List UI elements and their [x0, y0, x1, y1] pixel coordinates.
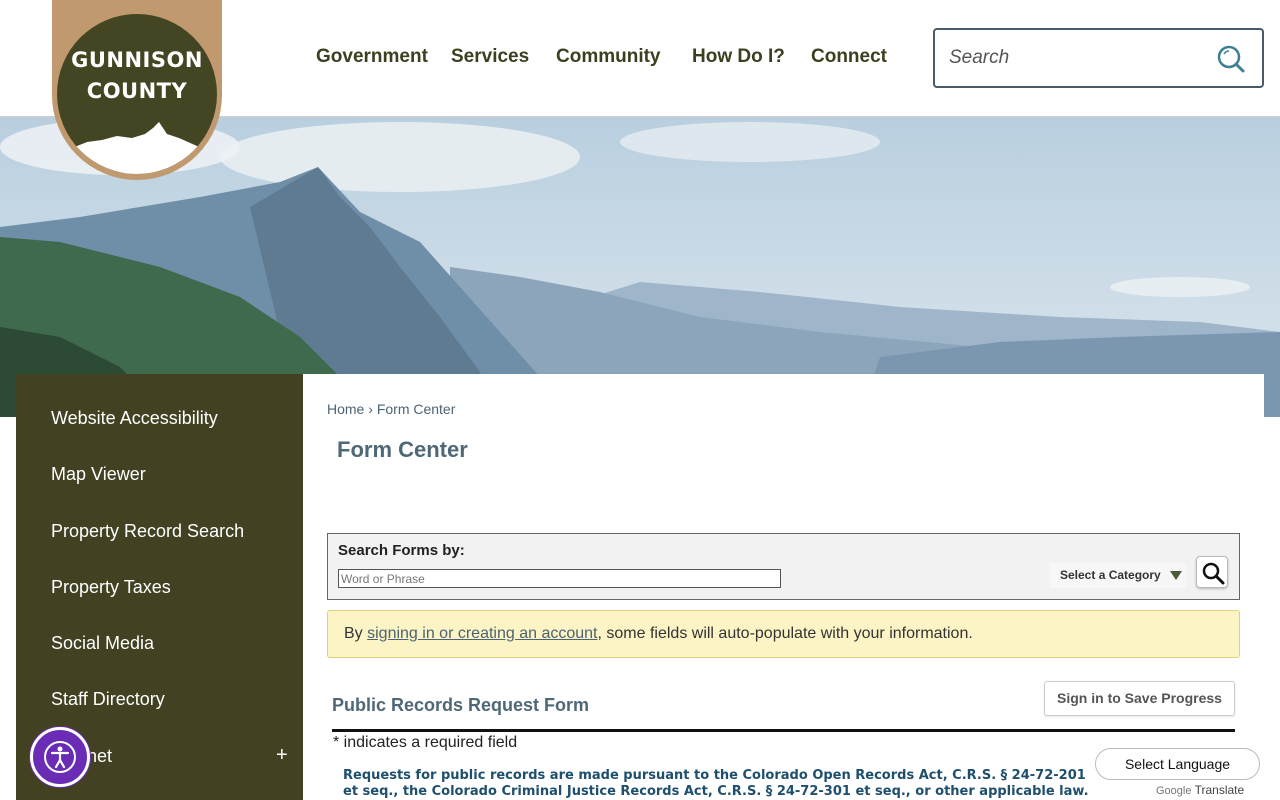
- search-forms-label: Search Forms by:: [338, 542, 465, 559]
- sign-in-save-progress-button[interactable]: Sign in to Save Progress: [1044, 681, 1235, 716]
- accessibility-widget-button[interactable]: [30, 727, 90, 787]
- translate-label: Translate: [1194, 783, 1245, 797]
- logo-text-line2: COUNTY: [86, 79, 188, 103]
- sidebar-item-staff-directory[interactable]: Staff Directory: [51, 689, 165, 710]
- logo-text-line1: GUNNISON: [71, 48, 203, 72]
- sign-in-link[interactable]: signing in or creating an account: [367, 625, 597, 642]
- sidebar-item-social-media[interactable]: Social Media: [51, 633, 154, 654]
- form-title: Public Records Request Form: [332, 695, 590, 715]
- forms-search-button[interactable]: [1196, 556, 1228, 588]
- category-select-label: Select a Category: [1060, 568, 1161, 582]
- sidebar-item-property-record-search[interactable]: Property Record Search: [51, 521, 244, 542]
- required-field-note: * indicates a required field: [333, 734, 518, 751]
- accessibility-icon: [44, 741, 76, 773]
- site-search-input[interactable]: [949, 42, 1209, 74]
- breadcrumb-home[interactable]: Home: [327, 401, 364, 417]
- category-select[interactable]: Select a Category: [1050, 563, 1186, 588]
- search-forms-panel: Search Forms by: Select a Category: [327, 533, 1240, 600]
- sidebar-item-website-accessibility[interactable]: Website Accessibility: [51, 408, 218, 429]
- search-icon[interactable]: [1216, 44, 1246, 74]
- nav-services[interactable]: Services: [451, 46, 529, 68]
- forms-search-input[interactable]: [338, 569, 781, 588]
- breadcrumb-separator: ›: [368, 401, 373, 417]
- page-title: Form Center: [337, 437, 468, 462]
- legal-notice-text: Requests for public records are made pur…: [343, 768, 1089, 799]
- expand-icon[interactable]: +: [276, 744, 288, 767]
- county-logo[interactable]: GUNNISON COUNTY: [52, 0, 222, 180]
- nav-government[interactable]: Government: [316, 46, 428, 68]
- breadcrumb-current[interactable]: Form Center: [377, 401, 456, 417]
- powered-by-google: Google Translate: [1156, 783, 1244, 797]
- search-icon: [1202, 562, 1225, 585]
- google-label: Google: [1156, 785, 1192, 797]
- site-search: [933, 28, 1264, 88]
- select-language-dropdown[interactable]: Select Language: [1095, 748, 1260, 780]
- sidebar-item-property-taxes[interactable]: Property Taxes: [51, 577, 171, 598]
- nav-how-do-i[interactable]: How Do I?: [692, 46, 785, 68]
- mountain-logo-icon: [57, 122, 217, 174]
- sidebar-item-map-viewer[interactable]: Map Viewer: [51, 464, 146, 485]
- nav-connect[interactable]: Connect: [811, 46, 887, 68]
- sign-in-notice: By signing in or creating an account, so…: [327, 610, 1240, 658]
- nav-community[interactable]: Community: [556, 46, 661, 68]
- chevron-down-icon: [1170, 571, 1182, 580]
- form-divider: [332, 729, 1235, 732]
- main-content: Home › Form Center Form Center Search Fo…: [303, 374, 1264, 800]
- breadcrumb: Home › Form Center: [327, 401, 455, 417]
